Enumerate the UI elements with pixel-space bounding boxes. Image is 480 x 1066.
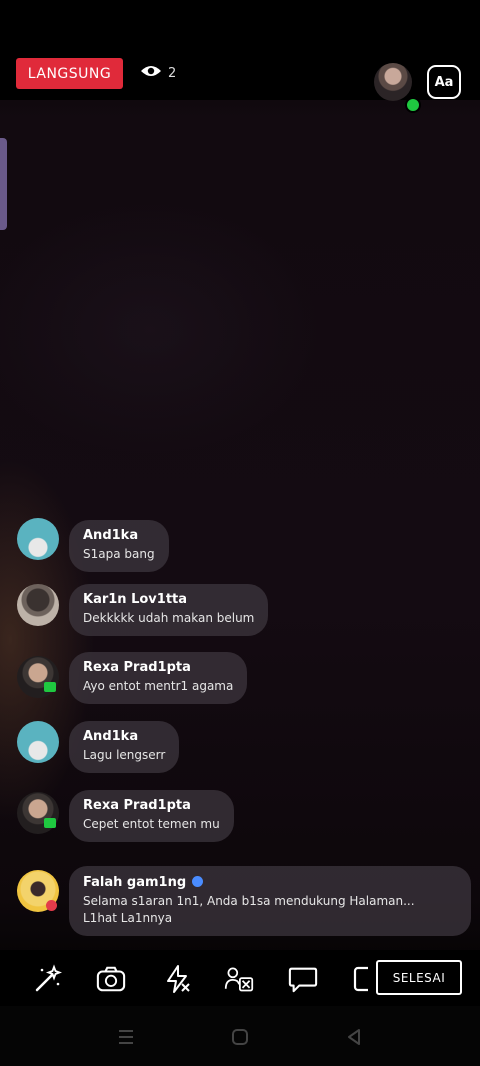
text-style-button[interactable]: Aa — [427, 65, 461, 99]
guest-off-icon[interactable] — [224, 964, 254, 994]
comment-bubble[interactable]: Kar1n Lov1tta Dekkkkk udah makan belum — [69, 584, 269, 636]
recent-apps-icon[interactable] — [114, 1026, 138, 1048]
viewer-count-value: 2 — [168, 65, 177, 81]
viewer-count[interactable]: 2 — [140, 64, 176, 82]
comment-author[interactable]: And1ka — [83, 527, 155, 545]
end-live-button[interactable]: SELESAI — [376, 960, 462, 995]
side-panel-handle[interactable] — [0, 138, 7, 230]
host-avatar[interactable] — [374, 63, 412, 101]
online-badge — [44, 818, 56, 828]
flash-off-icon[interactable] — [162, 964, 192, 994]
camera-flip-icon[interactable] — [96, 964, 126, 994]
comment-text: Dekkkkk udah makan belum — [83, 611, 255, 625]
avatar[interactable] — [17, 721, 59, 763]
comment-bubble[interactable]: And1ka S1apa bang — [69, 520, 169, 572]
comment-icon[interactable] — [288, 964, 318, 994]
comment-author[interactable]: And1ka — [83, 728, 165, 746]
see-more-link[interactable]: L1hat La1nnya — [83, 910, 457, 927]
top-bar: LANGSUNG 2 Aa — [0, 0, 480, 113]
comment-text: Selama s1aran 1n1, Anda b1sa mendukung H… — [83, 894, 415, 908]
comment-author[interactable]: Falah gam1ng — [83, 875, 186, 890]
home-icon[interactable] — [228, 1026, 252, 1048]
verified-icon — [192, 876, 204, 887]
comment-bubble[interactable]: And1ka Lagu lengserr — [69, 721, 180, 773]
online-indicator — [405, 97, 421, 113]
comment-text: Cepet entot temen mu — [83, 817, 220, 831]
comment-author[interactable]: Kar1n Lov1tta — [83, 591, 254, 609]
comment-author-row: Falah gam1ng — [83, 874, 457, 892]
eye-icon — [140, 64, 162, 82]
magic-wand-icon[interactable] — [32, 964, 62, 994]
live-badge-small — [46, 900, 57, 911]
comment-text: S1apa bang — [83, 547, 155, 561]
system-nav-bar — [0, 1006, 480, 1066]
avatar[interactable] — [17, 518, 59, 560]
avatar[interactable] — [17, 584, 59, 626]
comment-text: Ayo entot mentr1 agama — [83, 679, 234, 693]
back-icon[interactable] — [342, 1026, 366, 1048]
comment-author[interactable]: Rexa Prad1pta — [83, 659, 233, 677]
comment-text: Lagu lengserr — [83, 748, 166, 762]
comment-bubble[interactable]: Falah gam1ng Selama s1aran 1n1, Anda b1s… — [69, 866, 471, 936]
comment-bubble[interactable]: Rexa Prad1pta Cepet entot temen mu — [69, 790, 234, 842]
online-badge — [44, 682, 56, 692]
live-badge: LANGSUNG — [16, 58, 123, 89]
share-screen-icon[interactable] — [350, 964, 368, 994]
comment-author[interactable]: Rexa Prad1pta — [83, 797, 220, 815]
comment-bubble[interactable]: Rexa Prad1pta Ayo entot mentr1 agama — [69, 652, 248, 704]
